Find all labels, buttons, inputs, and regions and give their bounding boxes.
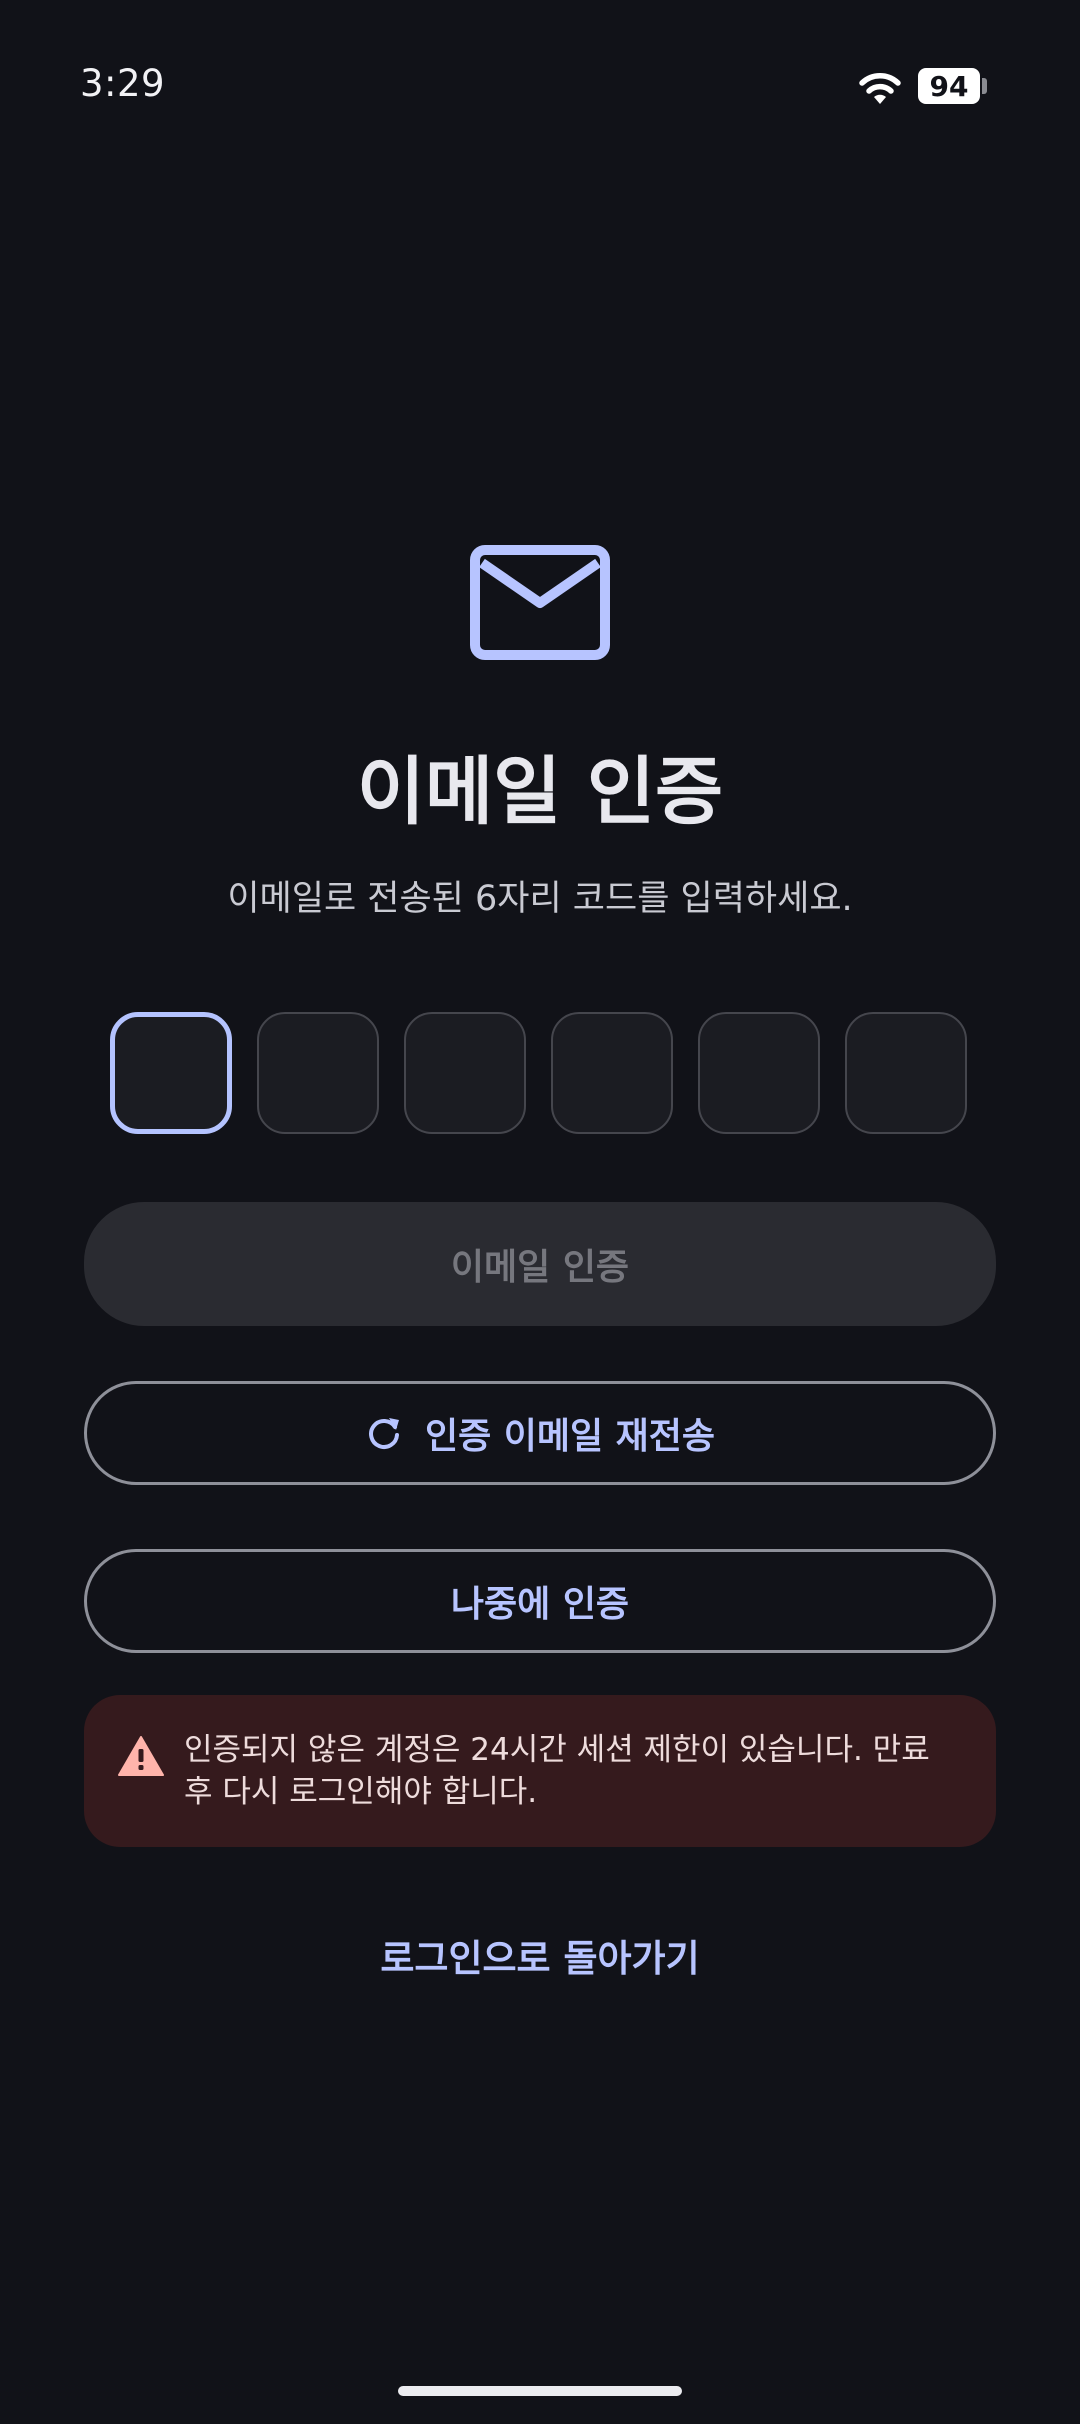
refresh-icon (369, 1418, 399, 1449)
verify-email-button[interactable]: 이메일 인증 (84, 1202, 996, 1326)
code-input-row (110, 1012, 970, 1138)
code-digit-3[interactable] (404, 1012, 526, 1134)
resend-email-button[interactable]: 인증 이메일 재전송 (84, 1381, 996, 1485)
page-title: 이메일 인증 (356, 749, 724, 835)
code-digit-1[interactable] (110, 1012, 232, 1134)
page-subtitle: 이메일로 전송된 6자리 코드를 입력하세요. (227, 879, 853, 919)
back-to-login-link[interactable]: 로그인으로 돌아가기 (0, 1928, 1080, 1982)
status-time: 3:29 (80, 62, 166, 105)
code-digit-6[interactable] (845, 1012, 967, 1134)
code-digit-2[interactable] (257, 1012, 379, 1134)
verify-email-button-label: 이메일 인증 (450, 1247, 630, 1288)
warning-icon (118, 1736, 164, 1776)
verify-later-button[interactable]: 나중에 인증 (84, 1549, 996, 1653)
home-indicator[interactable] (398, 2386, 682, 2396)
verify-later-button-label: 나중에 인증 (450, 1584, 630, 1625)
code-digit-5[interactable] (698, 1012, 820, 1134)
battery-indicator: 94 (918, 68, 980, 104)
mail-icon (470, 545, 610, 660)
code-digit-4[interactable] (551, 1012, 673, 1134)
warning-banner: 인증되지 않은 계정은 24시간 세션 제한이 있습니다. 만료 후 다시 로그… (84, 1695, 996, 1847)
warning-text: 인증되지 않은 계정은 24시간 세션 제한이 있습니다. 만료 후 다시 로그… (184, 1732, 930, 1810)
status-bar: 3:29 94 (0, 0, 1080, 140)
verify-email-screen: 3:29 94 이메일 인증 이메일로 전송된 6자리 코드를 입력하세요. 이… (0, 0, 1080, 2424)
battery-level: 94 (929, 69, 969, 103)
wifi-icon (859, 73, 901, 104)
battery-cap (982, 78, 987, 94)
resend-email-button-label: 인증 이메일 재전송 (424, 1416, 716, 1457)
